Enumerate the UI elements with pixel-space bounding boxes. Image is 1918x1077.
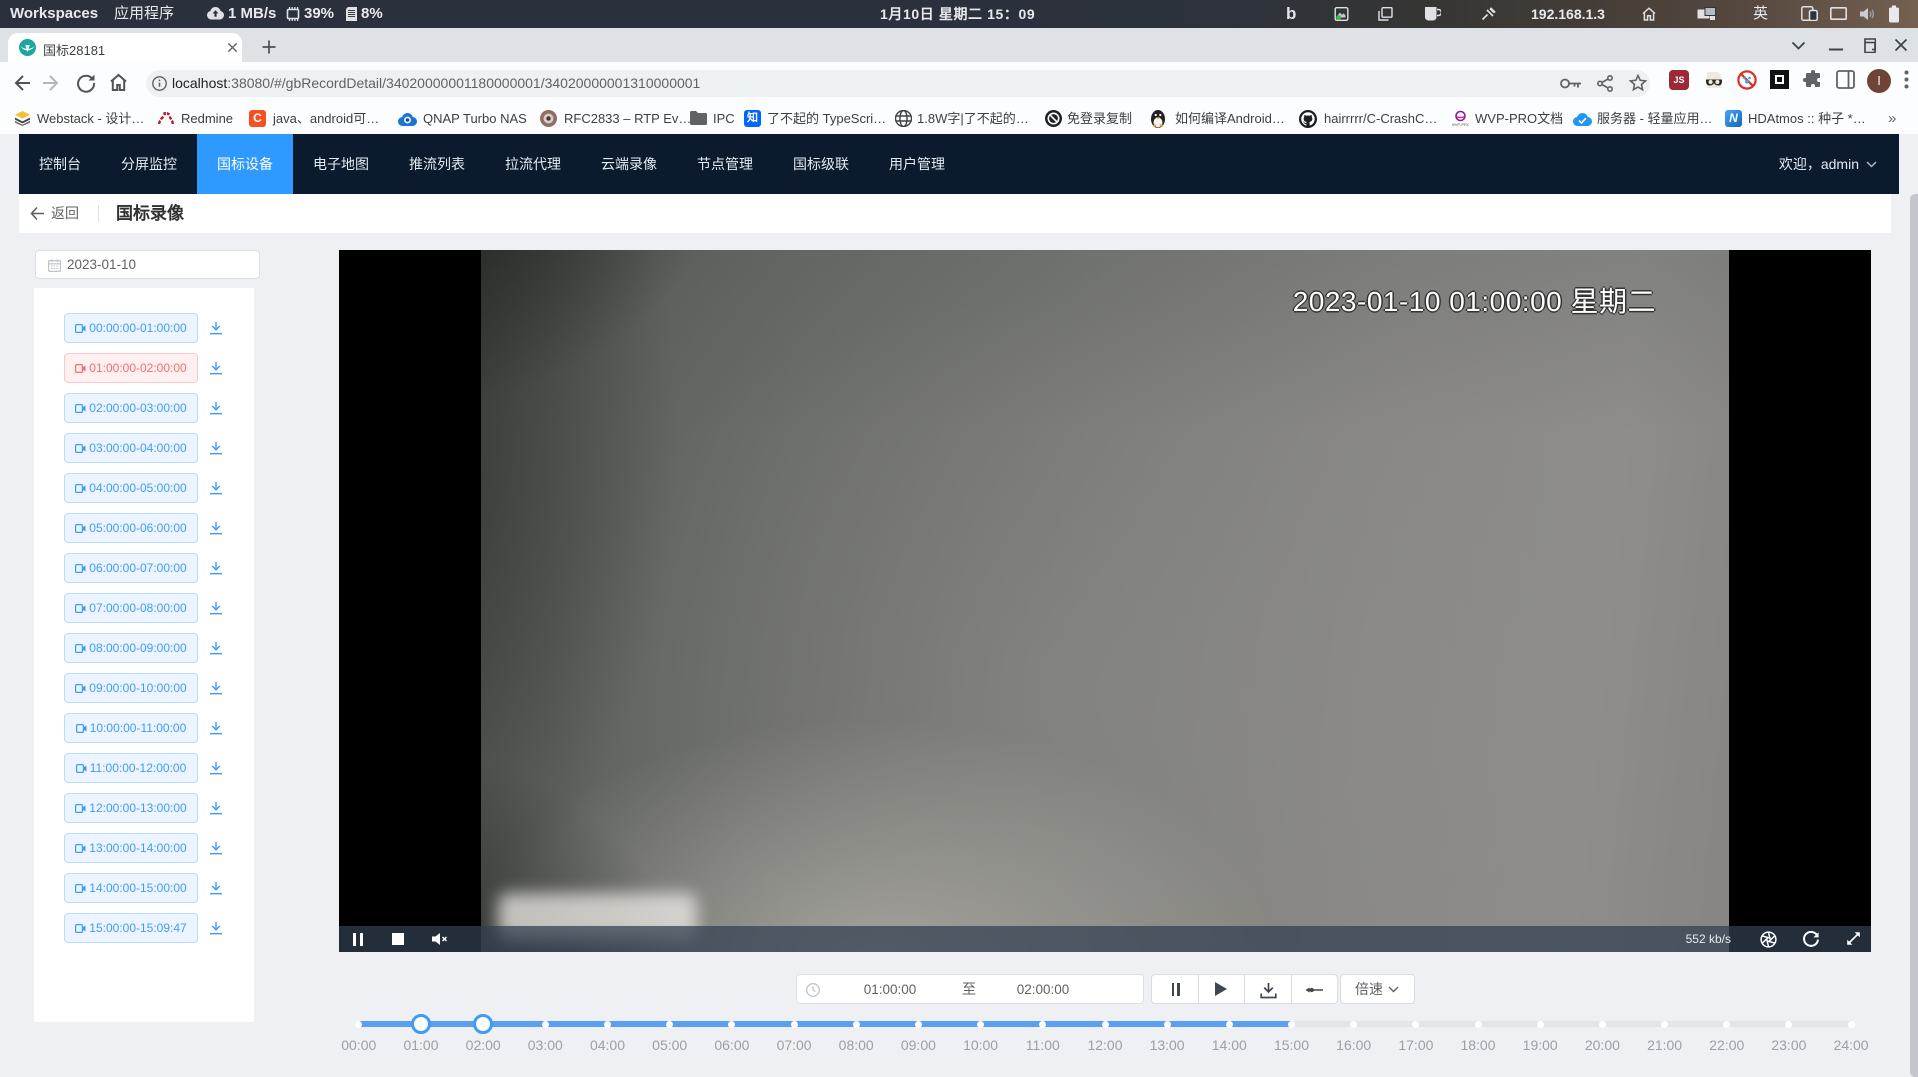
svg-text:WVP-PRO: WVP-PRO bbox=[1452, 122, 1469, 127]
